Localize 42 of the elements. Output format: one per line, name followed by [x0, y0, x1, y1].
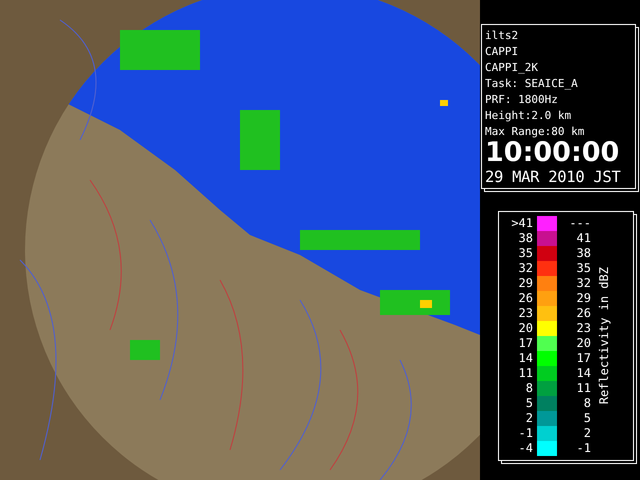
legend-value: 20 — [518, 321, 533, 336]
time-text: 10:00:00 — [485, 139, 620, 167]
legend-value: --- — [568, 216, 591, 231]
legend-value: 38 — [518, 231, 533, 246]
info-line: Height:2.0 km — [485, 108, 572, 124]
legend-value: 35 — [576, 261, 591, 276]
legend-value: 23 — [518, 306, 533, 321]
info-line: PRF: 1800Hz — [485, 92, 559, 108]
legend-value: 17 — [518, 336, 533, 351]
info-line: ilts2 — [485, 28, 520, 44]
legend-value: 20 — [576, 336, 591, 351]
legend-value: 32 — [518, 261, 533, 276]
legend-value: 23 — [576, 321, 591, 336]
legend-value: 8 — [524, 381, 533, 396]
info-line: Max Range:80 km — [485, 124, 586, 140]
legend-value: -1 — [576, 441, 591, 456]
legend-value: 26 — [576, 306, 591, 321]
legend-value: 32 — [576, 276, 591, 291]
legend-value: 38 — [576, 246, 591, 261]
legend-value: -1 — [518, 426, 533, 441]
legend-value: 26 — [518, 291, 533, 306]
legend-value: 11 — [576, 381, 591, 396]
legend-value: 14 — [518, 351, 533, 366]
legend-value: 29 — [518, 276, 533, 291]
legend-value: 29 — [576, 291, 591, 306]
info-line: CAPPI — [485, 44, 520, 60]
legend-value: -4 — [518, 441, 533, 456]
legend-value: 17 — [576, 351, 591, 366]
info-line: CAPPI_2K — [485, 60, 539, 76]
legend-value: 5 — [582, 411, 591, 426]
legend-title: Reflectivity in dBZ — [597, 267, 611, 405]
legend-value: 41 — [576, 231, 591, 246]
legend-value: 35 — [518, 246, 533, 261]
legend-value: 2 — [524, 411, 533, 426]
legend-value: 8 — [582, 396, 591, 411]
legend-value: 14 — [576, 366, 591, 381]
date-text: 29 MAR 2010 JST — [485, 167, 622, 187]
info-line: Task: SEAICE_A — [485, 76, 579, 92]
legend-value: 2 — [582, 426, 591, 441]
legend-value: 5 — [524, 396, 533, 411]
legend-value: 11 — [518, 366, 533, 381]
legend-value: >41 — [510, 216, 533, 231]
